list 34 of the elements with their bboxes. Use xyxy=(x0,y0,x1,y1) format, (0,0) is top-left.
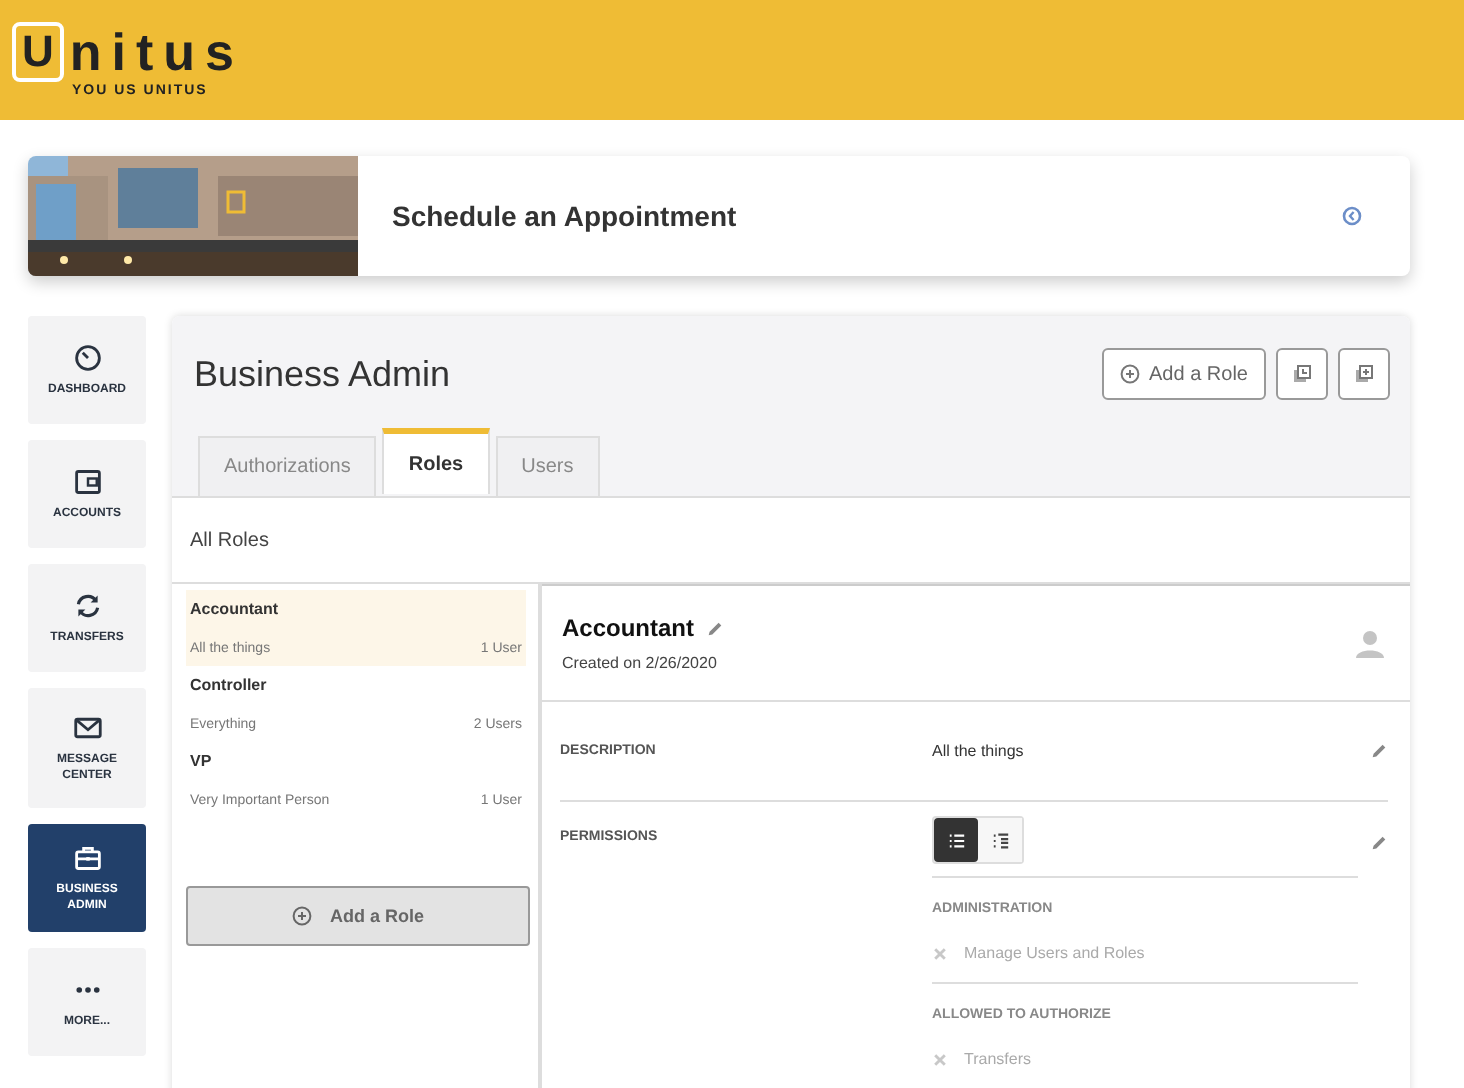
sync-icon xyxy=(73,591,101,619)
pencil-icon[interactable] xyxy=(1370,834,1388,852)
plus-circle-icon xyxy=(1119,364,1140,384)
permission-label: Transfers xyxy=(964,1050,1031,1068)
add-role-button[interactable]: Add a Role xyxy=(1101,348,1266,400)
view-toggle-button[interactable] xyxy=(934,818,978,862)
logo-letter: U xyxy=(12,22,64,82)
briefcase-icon xyxy=(73,843,101,871)
pencil-icon[interactable] xyxy=(706,619,724,637)
role-name: Accountant xyxy=(562,614,694,642)
tree-list-icon xyxy=(991,831,1009,849)
section-title: All Roles xyxy=(190,529,269,551)
duplicate-button[interactable] xyxy=(1338,348,1390,400)
wallet-icon xyxy=(73,467,101,495)
permission-label: Manage Users and Roles xyxy=(964,944,1145,962)
envelope-icon xyxy=(73,713,101,741)
tab[interactable]: Roles xyxy=(382,428,490,494)
banner-title: Schedule an Appointment xyxy=(392,200,739,232)
arrow-circle-icon[interactable] xyxy=(1342,206,1362,226)
add-role-button[interactable]: Add a Role xyxy=(186,886,530,946)
description-value: All the things xyxy=(932,742,1026,760)
copy-icon xyxy=(1292,364,1312,384)
copy-button[interactable] xyxy=(1276,348,1328,400)
created-date: Created on 2/26/2020 xyxy=(562,654,719,672)
pencil-icon[interactable] xyxy=(1370,742,1388,760)
page-title: Business Admin xyxy=(194,353,451,395)
appointment-banner[interactable]: Schedule an Appointment xyxy=(28,156,1410,276)
copy-icon xyxy=(1354,364,1374,384)
list-icon xyxy=(947,831,965,849)
gauge-icon xyxy=(73,343,101,371)
person-icon xyxy=(1354,627,1386,659)
view-toggle-button[interactable] xyxy=(978,818,1022,862)
logo-text: nitus xyxy=(69,26,244,78)
plus-circle-icon xyxy=(291,906,312,926)
